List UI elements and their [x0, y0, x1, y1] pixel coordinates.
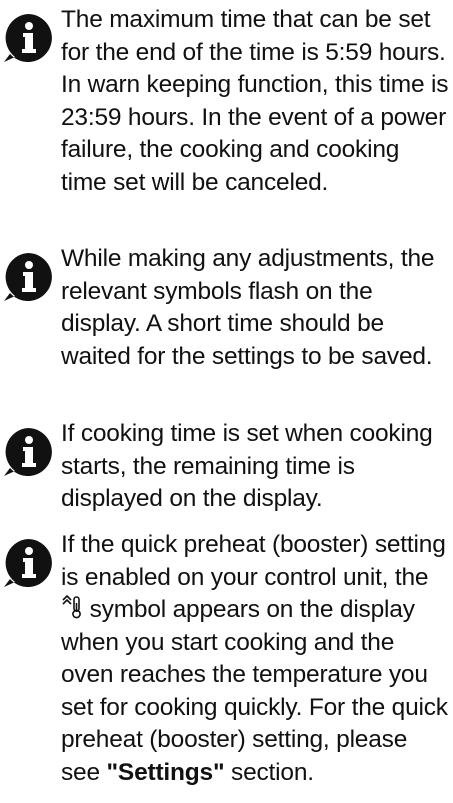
note-text: The maximum time that can be set for the…	[61, 6, 449, 196]
manual-page: The maximum time that can be set for the…	[0, 0, 453, 803]
note-text: While making any adjustments, the releva…	[61, 245, 435, 370]
note-text: If cooking time is set when cooking star…	[61, 420, 433, 512]
info-icon	[4, 539, 52, 587]
booster-symbol-icon	[62, 595, 81, 619]
info-icon	[4, 428, 52, 476]
info-icon	[4, 14, 52, 62]
note-text-before: If the quick preheat (booster) setting i…	[61, 531, 446, 591]
note-text: If the quick preheat (booster) setting i…	[61, 529, 451, 789]
note-text-after: symbol appears on the display when you s…	[61, 596, 448, 786]
settings-link[interactable]: "Settings"	[107, 759, 225, 786]
info-icon	[4, 253, 52, 301]
note-text-end: section.	[231, 758, 314, 786]
